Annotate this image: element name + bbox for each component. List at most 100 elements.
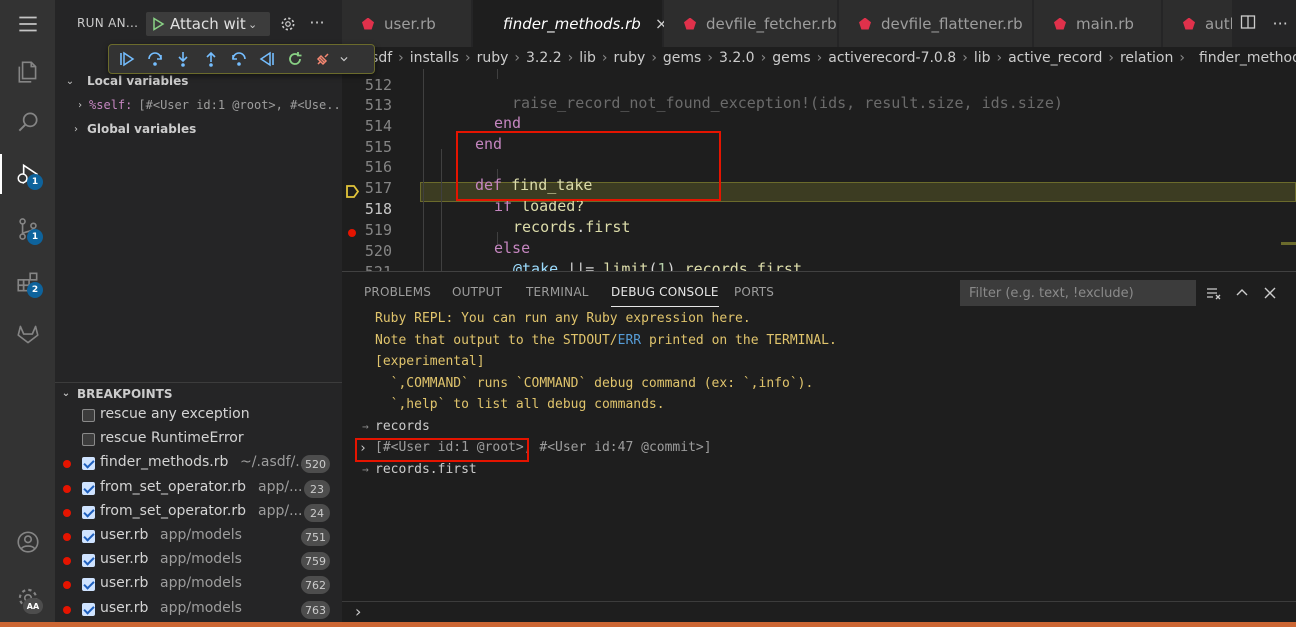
gitlab-icon[interactable] <box>0 310 55 358</box>
breakpoint-checkbox[interactable] <box>82 409 95 422</box>
close-panel-icon[interactable] <box>1260 283 1280 303</box>
breadcrumb-item[interactable]: lib <box>579 50 596 66</box>
tab-auth[interactable]: auth <box>1163 0 1243 47</box>
step-into-icon[interactable] <box>169 45 197 73</box>
breakpoint-line-badge: 759 <box>301 552 330 570</box>
breakpoint-checkbox[interactable] <box>82 554 95 567</box>
step-back-icon[interactable] <box>225 45 253 73</box>
ruby-file-icon <box>684 17 696 30</box>
breakpoints-header[interactable]: ⌄ BREAKPOINTS <box>55 382 342 404</box>
chevron-down-icon[interactable] <box>337 45 351 73</box>
tab-debug-console[interactable]: DEBUG CONSOLE <box>611 285 719 307</box>
breakpoint-line-badge: 762 <box>301 576 330 594</box>
code-line-513: 513 end <box>364 96 522 132</box>
tab-user-rb[interactable]: user.rb <box>342 0 472 47</box>
chevron-right-icon: › <box>1108 50 1114 66</box>
run-debug-icon[interactable]: 1 <box>0 150 55 198</box>
code-editor[interactable]: 512 raise_record_not_found_exception!(id… <box>342 69 1296 271</box>
explorer-icon[interactable] <box>0 48 55 96</box>
breakpoint-item[interactable]: finder_methods.rb ~/.asdf/... 520 <box>55 452 342 476</box>
maximize-panel-icon[interactable] <box>1232 283 1252 303</box>
breakpoint-item[interactable]: from_set_operator.rb app/... 23 <box>55 477 342 501</box>
breadcrumb-item[interactable]: activerecord-7.0.8 <box>828 50 956 66</box>
chevron-right-icon: › <box>707 50 713 66</box>
breakpoint-name: from_set_operator.rb <box>100 503 246 519</box>
chevron-right-icon: › <box>74 123 78 135</box>
breakpoint-item[interactable]: rescue RuntimeError <box>55 428 342 452</box>
breakpoint-path: app/... <box>258 503 303 519</box>
tab-label: user.rb <box>384 14 436 33</box>
breakpoint-checkbox[interactable] <box>82 506 95 519</box>
tab-main-rb[interactable]: main.rb <box>1034 0 1162 47</box>
breadcrumb-item[interactable]: 3.2.2 <box>526 50 562 66</box>
breakpoint-dot-icon[interactable] <box>348 229 356 237</box>
step-out-icon[interactable] <box>197 45 225 73</box>
breakpoint-checkbox[interactable] <box>82 433 95 446</box>
breakpoint-checkbox[interactable] <box>82 603 95 616</box>
disconnect-icon[interactable] <box>309 45 337 73</box>
breakpoint-line-badge: 751 <box>301 528 330 546</box>
global-variables-row[interactable]: › Global variables <box>55 118 342 140</box>
breadcrumb-item[interactable]: finder_methods.rb <box>1199 50 1296 66</box>
breadcrumb-item[interactable]: gems <box>772 50 810 66</box>
tab-devfile-flattener-rb[interactable]: devfile_flattener.rb <box>839 0 1033 47</box>
breakpoint-item[interactable]: user.rb app/models 759 <box>55 549 342 573</box>
tab-finder-methods-rb[interactable]: finder_methods.rb × <box>473 0 668 47</box>
breakpoint-checkbox[interactable] <box>82 482 95 495</box>
more-actions-icon[interactable]: ··· <box>1273 14 1288 33</box>
chevron-right-icon: › <box>514 50 520 66</box>
breakpoint-line-badge: 24 <box>304 504 330 522</box>
tab-problems[interactable]: PROBLEMS <box>364 285 431 299</box>
paused-breakpoint-icon[interactable] <box>346 185 359 198</box>
gear-icon[interactable] <box>278 14 298 34</box>
breadcrumb-item[interactable]: active_record <box>1008 50 1102 66</box>
breakpoint-checkbox[interactable] <box>82 457 95 470</box>
breadcrumb: .asdf › installs › ruby › 3.2.2 › lib › ruby › gems ›… <box>342 47 1296 69</box>
clear-console-icon[interactable] <box>1204 283 1224 303</box>
accounts-icon[interactable] <box>0 518 55 566</box>
more-actions-icon[interactable]: ··· <box>307 12 327 32</box>
menu-icon[interactable] <box>0 0 55 48</box>
step-over-icon[interactable] <box>141 45 169 73</box>
breadcrumb-item[interactable]: lib <box>974 50 991 66</box>
tab-terminal[interactable]: TERMINAL <box>526 285 589 299</box>
continue-icon[interactable] <box>113 45 141 73</box>
tab-ports[interactable]: PORTS <box>734 285 774 299</box>
restart-icon[interactable] <box>281 45 309 73</box>
extensions-icon[interactable]: 2 <box>0 258 55 306</box>
console-filter-input[interactable] <box>960 280 1196 306</box>
tab-devfile-fetcher-rb[interactable]: devfile_fetcher.rb <box>664 0 838 47</box>
extensions-badge: 2 <box>27 282 43 298</box>
breakpoint-checkbox[interactable] <box>82 530 95 543</box>
breakpoint-dot-icon <box>63 460 71 468</box>
breadcrumb-item[interactable]: installs <box>410 50 459 66</box>
breadcrumb-item[interactable]: 3.2.0 <box>719 50 755 66</box>
search-icon[interactable] <box>0 98 55 146</box>
source-control-icon[interactable]: 1 <box>0 205 55 253</box>
breakpoint-item[interactable]: user.rb app/models 763 <box>55 598 342 622</box>
start-debugging-icon[interactable] <box>146 12 170 36</box>
breakpoint-checkbox[interactable] <box>82 578 95 591</box>
tab-output[interactable]: OUTPUT <box>452 285 502 299</box>
split-editor-icon[interactable] <box>1240 14 1256 34</box>
debug-config-name: Attach wit <box>170 15 246 33</box>
reverse-continue-icon[interactable] <box>253 45 281 73</box>
editor-actions: ··· <box>1232 0 1296 47</box>
breadcrumb-item[interactable]: ruby <box>477 50 509 66</box>
breakpoint-name: user.rb <box>100 575 149 591</box>
breakpoint-item[interactable]: user.rb app/models 762 <box>55 573 342 597</box>
repl-input[interactable]: › <box>342 601 1296 623</box>
breadcrumb-item[interactable]: ruby <box>614 50 646 66</box>
breadcrumb-item[interactable]: relation <box>1120 50 1173 66</box>
breakpoint-item[interactable]: rescue any exception <box>55 404 342 428</box>
debug-config-select[interactable]: Attach wit ⌄ <box>146 12 270 36</box>
chevron-right-icon: › <box>77 99 84 111</box>
breakpoint-path: ~/.asdf/... <box>240 454 309 470</box>
breakpoint-item[interactable]: from_set_operator.rb app/... 24 <box>55 501 342 525</box>
breakpoint-item[interactable]: user.rb app/models 751 <box>55 525 342 549</box>
chevron-right-icon: › <box>962 50 968 66</box>
self-variable-row[interactable]: › %self: [#<User id:1 @root>, #<Use... <box>55 94 348 116</box>
manage-gear-icon[interactable]: AA <box>0 574 55 622</box>
breadcrumb-item[interactable]: gems <box>663 50 701 66</box>
self-variable-value: [#<User id:1 @root>, #<Use... <box>138 98 348 112</box>
